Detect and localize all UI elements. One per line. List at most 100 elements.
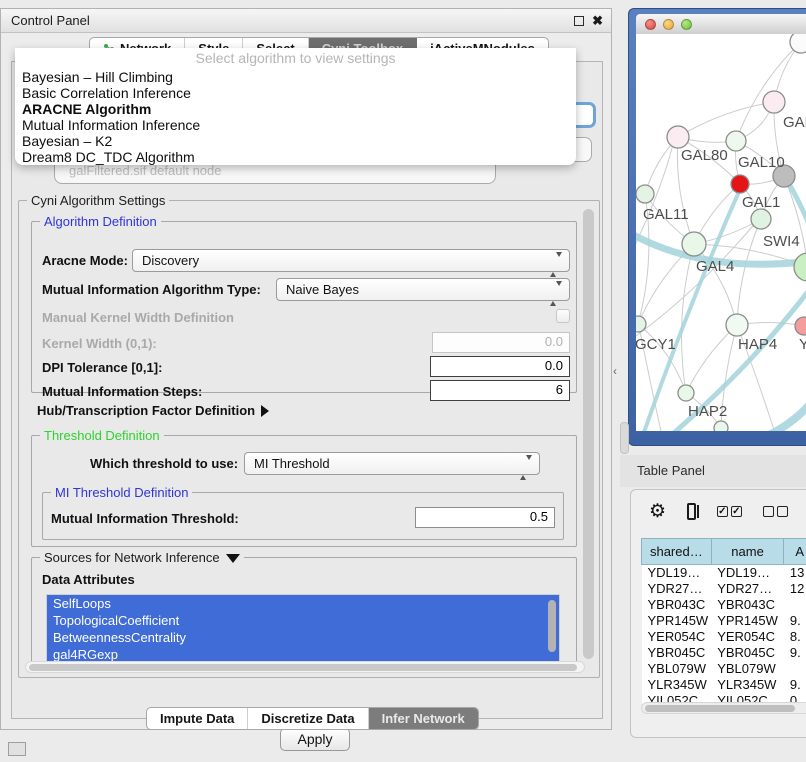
network-edge[interactable] — [678, 102, 774, 137]
combobox-arrows-icon — [550, 283, 562, 304]
network-node-label: GAL4 — [696, 258, 734, 275]
algorithm-option[interactable]: Bayesian – K2 — [15, 133, 576, 149]
hub-definition-disclosure[interactable]: Hub/Transcription Factor Definition — [37, 403, 269, 418]
network-node-HAP4[interactable] — [726, 314, 748, 336]
sources-group-title: Sources for Network Inference — [40, 550, 244, 565]
collapse-left-icon[interactable]: ‹ — [613, 364, 617, 378]
network-node-GAL1[interactable] — [731, 175, 749, 193]
network-edge[interactable] — [737, 219, 761, 325]
table-row[interactable]: YBR045CYBR045C9. — [642, 645, 806, 661]
collapsed-panel-button[interactable] — [8, 742, 26, 756]
node-table: shared…nameAYDL19…YDL19…13YDR27…YDR27…12… — [641, 538, 806, 709]
apply-button[interactable]: Apply — [280, 728, 350, 751]
threshold-definition-group: Threshold Definition Which threshold to … — [31, 435, 577, 547]
manual-kernel-label: Manual Kernel Width Definition — [42, 310, 234, 325]
column-header[interactable]: shared… — [642, 539, 712, 565]
tab-impute-data[interactable]: Impute Data — [147, 708, 248, 729]
data-attributes-list: SelfLoopsTopologicalCoefficientBetweenne… — [46, 594, 560, 666]
threshold-definition-title: Threshold Definition — [40, 428, 164, 443]
algorithm-option[interactable]: Dream8 DC_TDC Algorithm — [15, 149, 576, 165]
column-header[interactable]: name — [711, 539, 784, 565]
network-node-GAL11[interactable] — [636, 185, 654, 203]
data-attribute-item[interactable]: SelfLoops — [47, 595, 559, 612]
table-row[interactable]: YER054CYER054C8. — [642, 629, 806, 645]
algorithm-option[interactable]: Basic Correlation Inference — [15, 85, 576, 101]
network-node-label: HAP4 — [738, 336, 777, 353]
settings-vertical-scrollbar[interactable] — [583, 209, 594, 659]
kernel-width-label: Kernel Width (0,1): — [42, 336, 157, 351]
combobox-arrows-icon — [550, 254, 562, 275]
network-highlighted-edge[interactable] — [728, 392, 806, 431]
network-node-label: Y — [799, 336, 806, 353]
table-row[interactable]: YDR27…YDR27…12 — [642, 581, 806, 597]
close-icon[interactable]: ✖ — [592, 16, 603, 26]
which-threshold-combobox[interactable]: MI Threshold — [244, 452, 540, 475]
table-row[interactable]: YLR345WYLR345W9. — [642, 677, 806, 693]
deselect-all-icon[interactable] — [763, 506, 788, 517]
table-horizontal-scrollbar[interactable] — [641, 702, 806, 714]
network-node-GAL[interactable] — [763, 91, 785, 113]
mi-type-combobox[interactable]: Naive Bayes — [276, 278, 570, 301]
expand-right-icon — [261, 405, 269, 417]
network-node-bot1[interactable] — [714, 421, 728, 431]
algorithm-option[interactable]: ARACNE Algorithm — [15, 101, 576, 117]
window-zoom-button[interactable] — [681, 19, 692, 30]
tab-infer-network[interactable]: Infer Network — [369, 708, 478, 729]
network-node-SWI4[interactable] — [794, 253, 806, 281]
algorithm-list: Bayesian – Hill ClimbingBasic Correlatio… — [15, 69, 576, 165]
network-canvas[interactable]: GALGAL80GAL10GAL1GAL11GAL4SWI4GCY1HAP4YH… — [636, 34, 806, 431]
bottom-tabbar: Impute Data Discretize Data Infer Networ… — [146, 707, 479, 730]
table-row[interactable]: YDL19…YDL19…13 — [642, 565, 806, 581]
mi-steps-label: Mutual Information Steps: — [42, 384, 202, 399]
table-row[interactable]: YPR145WYPR145W9. — [642, 613, 806, 629]
control-panel-title: Control Panel — [11, 13, 90, 28]
network-node-label: GAL10 — [738, 154, 785, 171]
dpi-tolerance-field[interactable]: 0.0 — [430, 356, 570, 377]
panel-splitter-handle[interactable] — [620, 422, 629, 454]
kernel-width-field[interactable]: 0.0 — [432, 332, 570, 353]
table-row[interactable]: YBR043CYBR043C — [642, 597, 806, 613]
settings-horizontal-scrollbar[interactable] — [25, 661, 585, 673]
network-svg: GALGAL80GAL10GAL1GAL11GAL4SWI4GCY1HAP4YH… — [636, 34, 806, 431]
window-close-button[interactable] — [645, 19, 656, 30]
which-threshold-label: Which threshold to use: — [90, 456, 238, 471]
network-node-GAL10[interactable] — [726, 131, 746, 151]
network-window-titlebar[interactable] — [636, 14, 806, 34]
screen: Control Panel ✖ Network Style Select Cyn… — [0, 0, 806, 762]
gear-icon[interactable]: ⚙ — [649, 502, 666, 521]
data-attribute-item[interactable]: BetweennessCentrality — [47, 629, 559, 646]
network-node-GAL80[interactable] — [667, 126, 689, 148]
algorithm-option[interactable]: Mutual Information Inference — [15, 117, 576, 133]
control-panel-titlebar: Control Panel ✖ — [1, 9, 611, 33]
mi-threshold-group: MI Threshold Definition Mutual Informati… — [42, 492, 564, 540]
network-node-Y[interactable] — [795, 317, 806, 335]
algorithm-option[interactable]: Bayesian – Hill Climbing — [15, 69, 576, 85]
settings-group-title: Cyni Algorithm Settings — [27, 193, 169, 208]
data-attribute-item[interactable]: TopologicalCoefficient — [47, 612, 559, 629]
mi-threshold-field[interactable]: 0.5 — [415, 507, 555, 528]
network-node-GAL4[interactable] — [682, 232, 706, 256]
table-row[interactable]: YBL079WYBL079W — [642, 661, 806, 677]
attributes-scrollbar-thumb[interactable] — [548, 600, 556, 652]
aracne-mode-combobox[interactable]: Discovery — [132, 249, 570, 272]
column-header[interactable]: A — [784, 539, 806, 565]
algorithm-dropdown-list: Select algorithm to view settings Bayesi… — [15, 48, 576, 165]
tab-discretize-data[interactable]: Discretize Data — [248, 708, 368, 729]
manual-kernel-checkbox[interactable] — [556, 309, 570, 323]
sources-group: Sources for Network Inference Data Attri… — [31, 557, 577, 671]
network-node-label: SWI4 — [763, 233, 800, 250]
cyni-algorithm-settings-group: Cyni Algorithm Settings Algorithm Defini… — [18, 200, 600, 678]
dpi-tolerance-label: DPI Tolerance [0,1]: — [42, 360, 162, 375]
mi-threshold-group-title: MI Threshold Definition — [51, 485, 192, 500]
window-minimize-button[interactable] — [663, 19, 674, 30]
mi-steps-field[interactable]: 6 — [430, 380, 570, 401]
split-view-icon[interactable] — [687, 503, 696, 520]
algorithm-definition-group: Algorithm Definition Aracne Mode: Discov… — [31, 221, 577, 393]
network-node-HAP2[interactable] — [678, 385, 694, 401]
select-all-icon[interactable]: ✓✓ — [717, 506, 742, 517]
algorithm-definition-title: Algorithm Definition — [40, 214, 161, 229]
network-node-GCY1[interactable] — [636, 316, 646, 332]
algorithm-dropdown-placeholder: Select algorithm to view settings — [15, 48, 576, 69]
float-panel-icon[interactable] — [574, 16, 584, 26]
network-node-grn1[interactable] — [751, 209, 771, 229]
